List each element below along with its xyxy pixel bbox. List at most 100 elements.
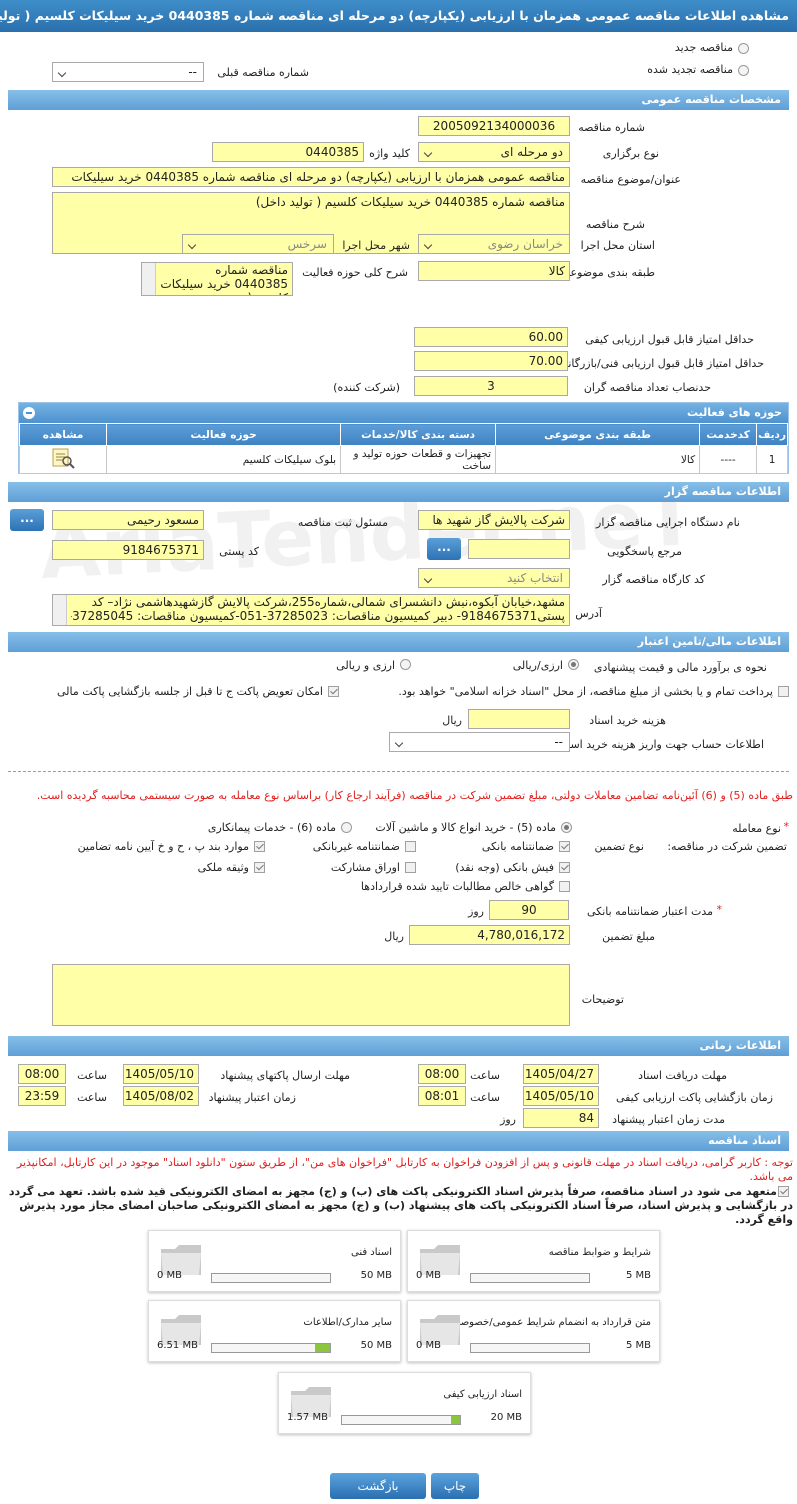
address-field[interactable]: مشهد،خیابان آبکوه،نبش دانشسرای شمالی،شما… — [52, 594, 570, 626]
estimate-label: نحوه ی برآورد مالی و قیمت پیشنهادی — [593, 661, 767, 674]
duration-label: مدت زمان اعتبار پیشنهاد — [612, 1113, 725, 1126]
validity-time-field[interactable]: 23:59 — [18, 1086, 66, 1106]
bank-receipt-checkbox[interactable] — [559, 862, 570, 873]
reference-field[interactable] — [468, 539, 570, 559]
cell-code: ---- — [699, 445, 758, 474]
min-tech-label: حداقل امتیاز قابل قبول ارزیابی فنی/بازرگ… — [559, 357, 764, 370]
address-scrollbar[interactable] — [53, 595, 67, 625]
activities-header: حوزه های فعالیت — [19, 403, 788, 423]
envelope-swap-checkbox[interactable] — [328, 686, 339, 697]
bank-receipt-label: فیش بانکی (وجه نقد) — [455, 861, 554, 874]
currency-rial-radio[interactable] — [568, 659, 579, 670]
bank-guarantee-label: ضمانتنامه بانکی — [481, 840, 554, 853]
col-view: مشاهده — [18, 423, 108, 446]
time-label: ساعت — [470, 1091, 500, 1104]
min-tech-field[interactable]: 70.00 — [414, 351, 568, 371]
clause-items-label: موارد بند پ ، ح و خ آیین نامه تضامین — [77, 840, 249, 853]
view-cell[interactable] — [18, 445, 108, 474]
organizer-section-header: اطلاعات مناقصه گزار — [8, 482, 789, 502]
clause-items-checkbox[interactable] — [254, 841, 265, 852]
doc-cost-field[interactable] — [468, 709, 570, 729]
keyword-field[interactable]: 0440385 — [212, 142, 364, 162]
doc-card-terms[interactable]: شرایط و ضوابط مناقصه 0 MB 5 MB — [407, 1230, 660, 1292]
property-collateral-checkbox[interactable] — [254, 862, 265, 873]
amount-field[interactable]: 4,780,016,172 — [409, 925, 570, 945]
registrar-lookup-button[interactable]: ... — [10, 509, 44, 531]
article6-radio[interactable] — [341, 822, 352, 833]
documents-section-header: اسناد مناقصه — [8, 1131, 789, 1151]
doc-cost-label: هزینه خرید اسناد — [589, 714, 666, 727]
doc-card-quality[interactable]: اسناد ارزیابی کیفی 1.57 MB 20 MB — [278, 1372, 531, 1434]
participation-bonds-checkbox[interactable] — [405, 862, 416, 873]
subject-field[interactable]: مناقصه عمومی همزمان با ارزیابی (یکپارچه)… — [52, 167, 570, 187]
city-label: شهر محل اجرا — [342, 239, 410, 252]
validity-field[interactable]: 90 — [489, 900, 569, 920]
doc-card-max: 5 MB — [625, 1270, 651, 1281]
doc-card-used: 0 MB — [157, 1270, 183, 1281]
table-row: 1 ---- کالا تجهیزات و قطعات حوزه تولید و… — [18, 445, 788, 474]
tender-number-field[interactable]: 2005092134000036 — [418, 116, 570, 136]
quorum-field[interactable]: 3 — [414, 376, 568, 396]
page-title: مشاهده اطلاعات مناقصه عمومی همزمان با ار… — [0, 0, 797, 32]
currency-and-rial-radio[interactable] — [400, 659, 411, 670]
envelope-swap-label: امکان تعویض پاکت ج تا قبل از جلسه بازگشا… — [57, 685, 323, 698]
province-label: استان محل اجرا — [580, 239, 655, 252]
time-label: ساعت — [77, 1069, 107, 1082]
validity-date-field[interactable]: 1405/08/02 — [123, 1086, 199, 1106]
chevron-down-icon — [393, 734, 407, 750]
chevron-down-icon — [186, 236, 200, 252]
doc-card-used: 6.51 MB — [157, 1340, 198, 1351]
notes-field[interactable] — [52, 964, 570, 1026]
renewed-tender-radio[interactable] — [738, 65, 749, 76]
divider — [8, 771, 789, 772]
open-date-field[interactable]: 1405/05/10 — [523, 1086, 599, 1106]
nonbank-guarantee-checkbox[interactable] — [405, 841, 416, 852]
duration-field[interactable]: 84 — [523, 1108, 599, 1128]
send-date-field[interactable]: 1405/05/10 — [123, 1064, 199, 1084]
doc-card-contract[interactable]: متن قرارداد به انضمام شرایط عمومی/خصوصی … — [407, 1300, 660, 1362]
net-claims-checkbox[interactable] — [559, 881, 570, 892]
description-label: شرح مناقصه — [585, 218, 645, 231]
min-quality-field[interactable]: 60.00 — [414, 327, 568, 347]
receive-date-field[interactable]: 1405/04/27 — [523, 1064, 599, 1084]
treasury-checkbox[interactable] — [778, 686, 789, 697]
doc-card-other[interactable]: سایر مدارک/اطلاعات 6.51 MB 50 MB — [148, 1300, 401, 1362]
view-document-icon[interactable] — [50, 447, 76, 469]
category-field[interactable]: کالا — [418, 261, 570, 281]
prev-number-select[interactable]: -- — [52, 62, 204, 82]
doc-card-progress — [470, 1343, 590, 1353]
type-select[interactable]: دو مرحله ای — [418, 142, 570, 162]
new-tender-radio[interactable] — [738, 43, 749, 54]
account-select[interactable]: -- — [389, 732, 570, 752]
article5-label: ماده (5) - خرید انواع کالا و ماشین آلات — [375, 821, 556, 834]
print-button[interactable]: چاپ — [431, 1473, 479, 1499]
executor-field[interactable]: شرکت پالایش گاز شهید ها — [418, 510, 570, 530]
currency-rial-label: ارزی/ریالی — [512, 659, 563, 672]
open-time-field[interactable]: 08:01 — [418, 1086, 466, 1106]
cell-field: بلوک سیلیکات کلسیم — [106, 445, 342, 474]
article5-radio[interactable] — [561, 822, 572, 833]
workshop-select[interactable]: انتخاب کنید — [418, 568, 570, 588]
address-label: آدرس — [575, 607, 602, 620]
send-time-field[interactable]: 08:00 — [18, 1064, 66, 1084]
reference-lookup-button[interactable]: ... — [427, 538, 461, 560]
registrar-field[interactable]: مسعود رحیمی — [52, 510, 204, 530]
doc-card-used: 0 MB — [416, 1270, 442, 1281]
guarantee-type-label: نوع تضمین — [594, 840, 644, 853]
activities-table: ردیف کدخدمت طبقه بندی موضوعی دسته بندی ک… — [18, 423, 788, 474]
collapse-icon-bar — [26, 412, 32, 414]
activity-desc-scrollbar[interactable] — [142, 263, 156, 295]
address-line-1: مشهد،خیابان آبکوه،نبش دانشسرای شمالی،شما… — [91, 595, 565, 609]
doc-card-technical[interactable]: اسناد فنی 0 MB 50 MB — [148, 1230, 401, 1292]
receive-time-field[interactable]: 08:00 — [418, 1064, 466, 1084]
receive-label: مهلت دریافت اسناد — [638, 1069, 727, 1082]
province-select[interactable]: خراسان رضوی — [418, 234, 570, 254]
validity-time-label: زمان اعتبار پیشنهاد — [208, 1091, 296, 1104]
back-button[interactable]: بازگشت — [330, 1473, 426, 1499]
postal-field[interactable]: 9184675371 — [52, 540, 204, 560]
activity-desc-field[interactable]: مناقصه شماره 0440385 خرید سیلیکات کلسیم … — [141, 262, 293, 296]
city-select[interactable]: سرخس — [182, 234, 334, 254]
bank-guarantee-checkbox[interactable] — [559, 841, 570, 852]
col-group: دسته بندی کالا/خدمات — [340, 423, 497, 446]
timing-section-header: اطلاعات زمانی — [8, 1036, 789, 1056]
